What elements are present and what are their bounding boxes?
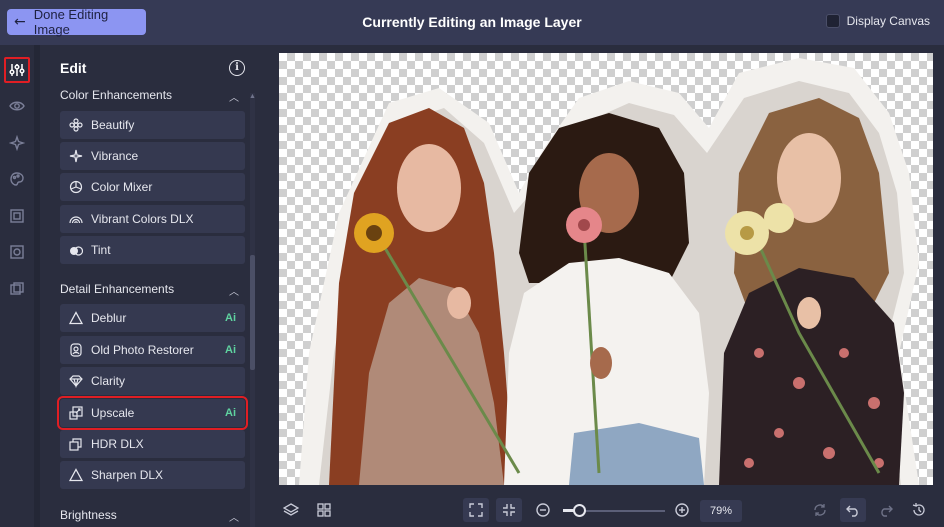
triangle-icon (69, 311, 83, 325)
arrow-left-icon: ← (14, 14, 26, 30)
tool-hdr-dlx[interactable]: HDR DLX (60, 430, 245, 458)
tool-old-photo-restorer[interactable]: Old Photo Restorer Ai (60, 336, 245, 364)
chevron-up-icon[interactable]: ︿ (229, 283, 239, 298)
tool-tint[interactable]: Tint (60, 236, 245, 264)
rail-palette-icon[interactable] (4, 166, 30, 192)
photo-cutout (299, 58, 919, 485)
tool-label: Vibrant Colors DLX (91, 212, 194, 226)
tool-vibrance[interactable]: Vibrance (60, 142, 245, 170)
tool-label: Clarity (91, 374, 126, 388)
restore-icon (69, 343, 83, 357)
tint-icon (69, 243, 83, 257)
zoom-in-icon[interactable] (669, 498, 695, 522)
reset-transform-icon[interactable] (807, 498, 833, 522)
tool-color-mixer[interactable]: Color Mixer (60, 173, 245, 201)
shrink-screen-icon[interactable] (496, 498, 522, 522)
tool-deblur[interactable]: Deblur Ai (60, 304, 245, 332)
rail-sparkle-icon[interactable] (4, 130, 30, 156)
sharpen-icon (69, 468, 83, 482)
ai-badge: Ai (225, 312, 236, 324)
hdr-icon (69, 437, 83, 451)
image-layer[interactable] (279, 53, 933, 485)
tool-label: Sharpen DLX (91, 468, 164, 482)
tool-label: Beautify (91, 118, 135, 132)
display-canvas-label: Display Canvas (846, 14, 930, 28)
rail-eye-icon[interactable] (4, 93, 30, 119)
ai-badge: Ai (225, 407, 236, 419)
sparkle-icon (69, 149, 83, 163)
tool-upscale[interactable]: Upscale Ai (57, 396, 248, 430)
tool-label: Old Photo Restorer (91, 343, 194, 357)
tool-clarity[interactable]: Clarity (60, 367, 245, 395)
mixer-icon (69, 180, 83, 194)
rail-edit-sliders-icon[interactable] (4, 57, 30, 83)
ai-badge: Ai (225, 344, 236, 356)
tool-label: Color Mixer (91, 180, 153, 194)
section-color-enhancements[interactable]: Color Enhancements (60, 88, 172, 102)
section-brightness[interactable]: Brightness (60, 508, 117, 522)
upscale-icon (69, 406, 83, 420)
layers-icon[interactable] (278, 498, 304, 522)
tool-rail (0, 45, 34, 527)
flower-icon (69, 118, 83, 132)
display-canvas-checkbox[interactable] (825, 14, 840, 28)
zoom-out-icon[interactable] (530, 498, 556, 522)
rail-frame-icon[interactable] (4, 203, 30, 229)
undo-icon[interactable] (840, 498, 866, 522)
done-editing-label: Done Editing Image (33, 7, 109, 37)
history-icon[interactable] (906, 498, 932, 522)
done-editing-button[interactable]: ← Done Editing Image (7, 7, 146, 37)
panel-scrollbar-thumb[interactable] (250, 255, 255, 370)
rail-texture-icon[interactable] (4, 239, 30, 265)
tool-label: HDR DLX (91, 437, 144, 451)
tool-beautify[interactable]: Beautify (60, 111, 245, 139)
panel-title: Edit (60, 60, 87, 76)
tool-label: Upscale (91, 406, 135, 420)
display-canvas-toggle[interactable]: Display Canvas (825, 14, 930, 28)
scroll-up-arrow-icon[interactable]: ▲ (249, 93, 256, 100)
rainbow-icon (69, 212, 83, 226)
redo-icon[interactable] (873, 498, 899, 522)
tool-label: Vibrance (91, 149, 139, 163)
grid-icon[interactable] (311, 498, 337, 522)
fit-screen-icon[interactable] (463, 498, 489, 522)
info-icon[interactable]: i (229, 60, 245, 76)
zoom-level[interactable]: 79% (700, 500, 742, 522)
tool-vibrant-colors-dlx[interactable]: Vibrant Colors DLX (60, 205, 245, 233)
top-bar: ← Done Editing Image Currently Editing a… (0, 0, 944, 45)
section-detail-enhancements[interactable]: Detail Enhancements (60, 282, 174, 296)
tool-label: Deblur (91, 311, 127, 325)
chevron-up-icon[interactable]: ︿ (229, 509, 239, 524)
chevron-up-icon[interactable]: ︿ (229, 89, 239, 104)
diamond-icon (69, 374, 83, 388)
edit-panel: Edit i Color Enhancements ︿ Beautify Vib… (40, 45, 265, 527)
rail-overlay-icon[interactable] (4, 276, 30, 302)
tool-sharpen-dlx[interactable]: Sharpen DLX (60, 461, 245, 489)
tool-label: Tint (91, 243, 111, 257)
